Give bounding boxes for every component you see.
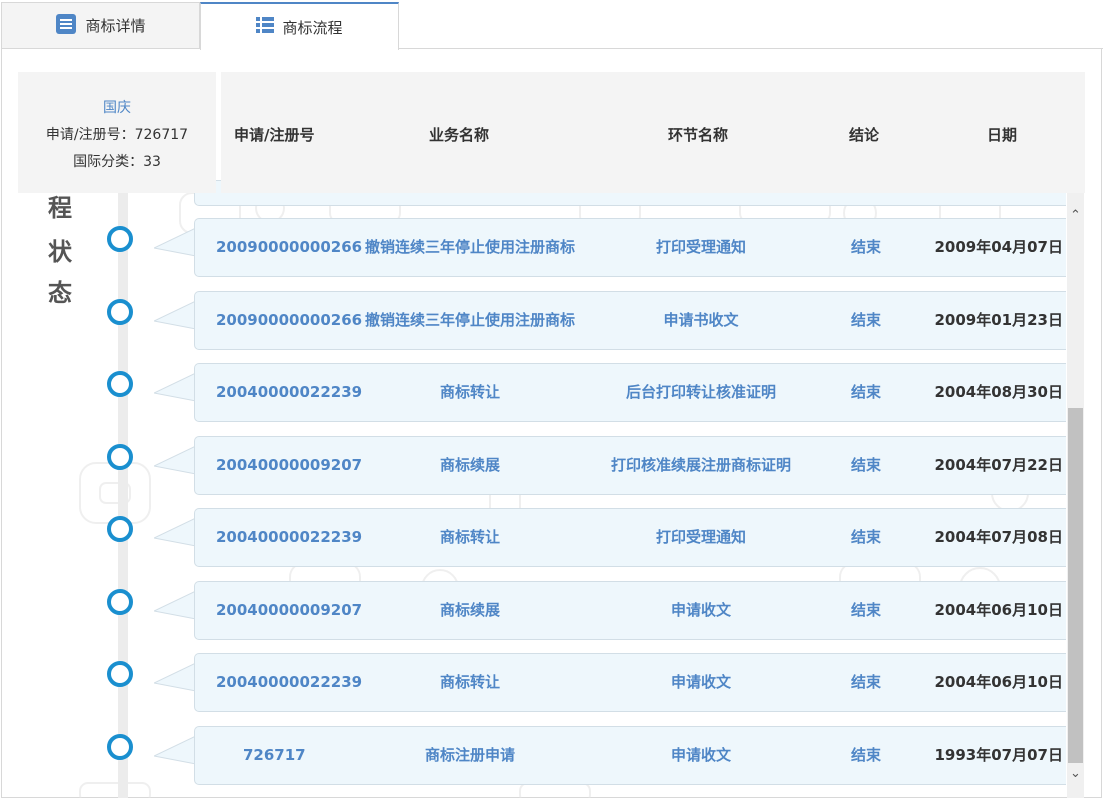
side-title-char: 状 xyxy=(48,238,72,266)
row-business: 撤销连续三年停止使用注册商标 xyxy=(364,238,575,256)
row-business: 商标注册申请 xyxy=(424,746,515,764)
row-step: 申请书收文 xyxy=(663,311,739,329)
row-pointer xyxy=(154,300,196,330)
row-step: 申请收文 xyxy=(670,746,731,764)
vertical-scrollbar[interactable]: ⌃ ⌄ xyxy=(1067,193,1084,798)
row-business: 商标转让 xyxy=(439,383,500,401)
row-result: 结束 xyxy=(850,746,881,764)
row-result: 结束 xyxy=(850,383,881,401)
row-step: 申请收文 xyxy=(670,673,731,691)
row-business: 商标续展 xyxy=(439,601,500,619)
row-pointer xyxy=(154,735,196,765)
row-date: 1993年07月07日 xyxy=(934,746,1064,764)
table-row[interactable]: 726717 商标注册申请 申请收文 结束 1993年07月07日 xyxy=(194,726,1066,785)
table-row[interactable]: 20090000000266 撤销连续三年停止使用注册商标 申请书收文 结束 2009年… xyxy=(194,291,1066,350)
table-row[interactable]: 20040000009207 商标续展 打印核准续展注册商标证明 结束 2004年07月… xyxy=(194,436,1066,495)
row-reg-no[interactable]: 20090000000266 xyxy=(216,292,362,349)
row-date: 2009年04月07日 xyxy=(934,238,1064,256)
row-pointer xyxy=(154,372,196,402)
row-business: 商标转让 xyxy=(439,673,500,691)
chevron-down-icon[interactable]: ⌄ xyxy=(1067,765,1084,782)
document-lines-icon xyxy=(55,13,77,39)
row-date: 2004年07月08日 xyxy=(934,528,1064,546)
list-icon xyxy=(256,17,275,37)
international-class: 国际分类：33 xyxy=(73,154,161,170)
column-header-business: 业务名称 xyxy=(429,126,490,144)
table-row[interactable]: 20040000022239 商标转让 后台打印转让核准证明 结束 2004年08月30… xyxy=(194,363,1066,422)
row-pointer xyxy=(154,445,196,475)
timeline-node xyxy=(107,444,133,470)
timeline-node xyxy=(107,516,133,542)
timeline-track xyxy=(118,193,128,798)
row-pointer xyxy=(154,662,196,692)
row-step: 打印核准续展注册商标证明 xyxy=(610,456,791,474)
tab-trademark-details[interactable]: 商标详情 xyxy=(1,2,200,49)
row-result: 结束 xyxy=(850,601,881,619)
row-pointer xyxy=(154,590,196,620)
row-date: 2004年07月22日 xyxy=(934,456,1064,474)
table-row[interactable]: 20040000022239 商标转让 申请收文 结束 2004年06月10日 xyxy=(194,653,1066,712)
row-result: 结束 xyxy=(850,311,881,329)
row-business: 撤销连续三年停止使用注册商标 xyxy=(364,311,575,329)
table-row[interactable]: 20040000009207 商标续展 申请收文 结束 2004年06月10日 xyxy=(194,581,1066,640)
row-result: 结束 xyxy=(850,673,881,691)
row-reg-no[interactable]: 20040000009207 xyxy=(216,582,362,639)
side-title-char: 态 xyxy=(48,279,72,307)
row-date: 2009年01月23日 xyxy=(934,311,1064,329)
timeline-node xyxy=(107,299,133,325)
side-title-char: 程 xyxy=(48,194,72,222)
row-result: 结束 xyxy=(850,528,881,546)
timeline-node xyxy=(107,734,133,760)
table-row[interactable]: 20090000000266 撤销连续三年停止使用注册商标 打印受理通知 结束 2009… xyxy=(194,218,1066,277)
tab-label: 商标流程 xyxy=(282,18,343,37)
row-step: 打印受理通知 xyxy=(655,238,746,256)
row-step: 申请收文 xyxy=(670,601,731,619)
row-reg-no[interactable]: 20040000009207 xyxy=(216,437,362,494)
column-header-reg-no: 申请/注册号 xyxy=(234,126,315,144)
row-business: 商标转让 xyxy=(439,528,500,546)
row-reg-no[interactable]: 20040000022239 xyxy=(216,364,362,421)
chevron-up-icon[interactable]: ⌃ xyxy=(1067,207,1084,224)
row-reg-no[interactable]: 20040000022239 xyxy=(216,509,362,566)
timeline-node xyxy=(107,589,133,615)
tab-bar: 商标详情 商标流程 xyxy=(0,0,1107,50)
row-result: 结束 xyxy=(850,238,881,256)
row-reg-no[interactable]: 726717 xyxy=(243,727,306,784)
row-date: 2004年06月10日 xyxy=(934,601,1064,619)
row-business: 商标续展 xyxy=(439,456,500,474)
timeline-node xyxy=(107,371,133,397)
table-row[interactable]: 20040000022239 商标转让 打印受理通知 结束 2004年07月08日 xyxy=(194,508,1066,567)
row-step: 打印受理通知 xyxy=(655,528,746,546)
row-date: 2004年08月30日 xyxy=(934,383,1064,401)
scrollbar-thumb[interactable] xyxy=(1068,408,1083,763)
timeline-node xyxy=(107,661,133,687)
table-header: 申请/注册号 业务名称 环节名称 结论 日期 xyxy=(221,72,1085,193)
timeline-node xyxy=(107,226,133,252)
column-header-result: 结论 xyxy=(849,126,880,144)
tab-trademark-flow[interactable]: 商标流程 xyxy=(200,2,399,50)
column-header-step: 环节名称 xyxy=(668,126,729,144)
row-step: 后台打印转让核准证明 xyxy=(625,383,776,401)
registration-number: 申请/注册号：726717 xyxy=(45,127,189,143)
row-pointer xyxy=(154,227,196,257)
trademark-info-panel: 国庆 申请/注册号：726717 国际分类：33 xyxy=(18,72,216,193)
row-pointer xyxy=(154,517,196,547)
column-header-date: 日期 xyxy=(987,126,1018,144)
row-result: 结束 xyxy=(850,456,881,474)
row-date: 2004年06月10日 xyxy=(934,673,1064,691)
trademark-name[interactable]: 国庆 xyxy=(18,97,216,117)
row-reg-no[interactable]: 20040000022239 xyxy=(216,654,362,711)
tab-label: 商标详情 xyxy=(85,17,146,35)
row-reg-no[interactable]: 20090000000266 xyxy=(216,219,362,276)
